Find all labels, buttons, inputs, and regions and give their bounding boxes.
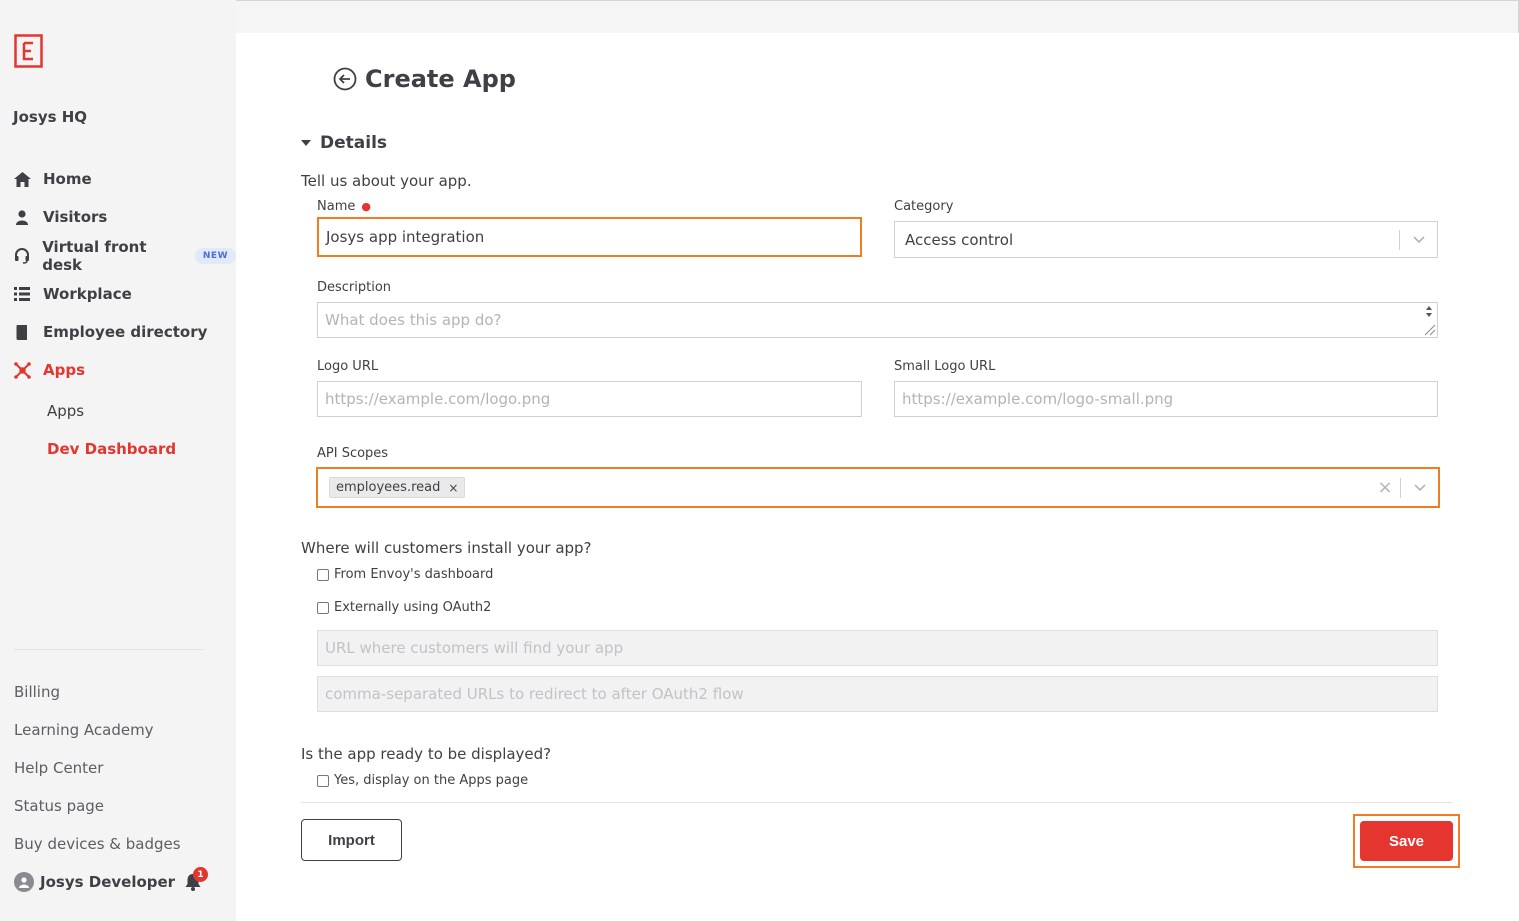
save-button-highlight: Save (1353, 814, 1460, 868)
notification-count: 1 (193, 867, 208, 882)
person-icon (13, 208, 31, 226)
subnav-dev-dashboard[interactable]: Dev Dashboard (47, 440, 176, 458)
small-logo-url-label: Small Logo URL (894, 359, 996, 374)
nav-workplace-label: Workplace (43, 285, 132, 303)
display-question: Is the app ready to be displayed? (301, 745, 552, 763)
nav-employee-directory[interactable]: Employee directory (13, 321, 207, 343)
details-heading: Details (320, 133, 388, 153)
company-name[interactable]: Josys HQ (13, 108, 87, 126)
scope-chip: employees.read × (329, 477, 466, 498)
main-content: Create App Details Tell us about your ap… (236, 33, 1519, 921)
envoy-dashboard-checkbox[interactable] (317, 568, 329, 581)
nav-visitors-label: Visitors (43, 208, 108, 226)
option-display-apps-page[interactable]: Yes, display on the Apps page (317, 773, 528, 788)
import-button[interactable]: Import (301, 819, 402, 861)
nav-virtual-front-desk-label: Virtual front desk (42, 238, 147, 274)
page-title: Create App (333, 65, 516, 93)
user-name: Josys Developer (40, 873, 176, 891)
envoy-logo-icon[interactable] (14, 34, 43, 68)
apps-icon (13, 361, 31, 379)
chevron-down-icon[interactable] (1400, 235, 1437, 244)
headset-icon (13, 247, 30, 265)
intro-text: Tell us about your app. (301, 172, 472, 190)
description-label: Description (317, 280, 392, 295)
scope-chip-label: employees.read (336, 480, 441, 495)
display-apps-page-checkbox[interactable] (317, 774, 329, 787)
option-oauth2[interactable]: Externally using OAuth2 (317, 600, 491, 615)
caret-down-icon (301, 140, 311, 146)
name-label-text: Name (317, 199, 356, 214)
small-logo-url-input[interactable]: https://example.com/logo-small.png (894, 381, 1438, 417)
nav-apps[interactable]: Apps (13, 359, 85, 381)
scopes-select-controls: × (1370, 469, 1438, 506)
logo-url-input[interactable]: https://example.com/logo.png (317, 381, 862, 417)
footer-divider (301, 802, 1453, 803)
nav-home[interactable]: Home (13, 168, 92, 190)
clear-icon[interactable]: × (1370, 477, 1400, 498)
nav-apps-label: Apps (43, 361, 86, 379)
sidebar: Josys HQ Home Visitors Virtual front des… (0, 0, 236, 921)
option-envoy-dashboard[interactable]: From Envoy's dashboard (317, 567, 493, 582)
link-help-center[interactable]: Help Center (14, 759, 103, 777)
display-apps-page-label: Yes, display on the Apps page (334, 773, 529, 788)
save-button[interactable]: Save (1360, 821, 1453, 861)
category-select[interactable]: Access control (894, 221, 1438, 258)
link-buy-devices[interactable]: Buy devices & badges (14, 835, 181, 853)
category-value: Access control (905, 230, 1014, 249)
page-title-text: Create App (365, 65, 516, 93)
description-textarea[interactable]: What does this app do? (317, 302, 1438, 338)
subnav-apps[interactable]: Apps (47, 402, 84, 420)
oauth2-checkbox[interactable] (317, 601, 329, 614)
list-icon (13, 285, 31, 303)
nav-employee-directory-label: Employee directory (43, 323, 208, 341)
home-icon (13, 170, 31, 188)
name-input[interactable]: Josys app integration (317, 217, 862, 257)
book-icon (13, 323, 31, 341)
link-status-page[interactable]: Status page (14, 797, 104, 815)
sidebar-divider (14, 649, 204, 650)
logo-url-label: Logo URL (317, 359, 379, 374)
required-indicator: ● (361, 200, 371, 213)
user-menu[interactable]: Josys Developer (14, 872, 175, 892)
link-billing[interactable]: Billing (14, 683, 60, 701)
redirect-urls-input: comma-separated URLs to redirect to afte… (317, 676, 1438, 712)
nav-home-label: Home (43, 170, 92, 188)
details-toggle[interactable]: Details (301, 133, 387, 153)
textarea-resize-controls[interactable] (1421, 303, 1437, 337)
api-scopes-select[interactable]: employees.read × × (316, 467, 1440, 508)
name-label: Name ● (317, 199, 371, 214)
resize-arrows-icon (1424, 306, 1436, 336)
api-scopes-label: API Scopes (317, 446, 389, 461)
category-label: Category (894, 199, 954, 214)
app-url-input: URL where customers will find your app (317, 630, 1438, 666)
chip-remove-icon[interactable]: × (448, 481, 458, 495)
avatar (14, 872, 34, 892)
nav-visitors[interactable]: Visitors (13, 206, 107, 228)
envoy-dashboard-label: From Envoy's dashboard (334, 567, 494, 582)
oauth2-label: Externally using OAuth2 (334, 600, 492, 615)
new-badge: NEW (194, 248, 236, 264)
nav-workplace[interactable]: Workplace (13, 283, 132, 305)
link-learning-academy[interactable]: Learning Academy (14, 721, 154, 739)
nav-virtual-front-desk[interactable]: Virtual front desk NEW (13, 238, 236, 274)
category-select-controls (1399, 222, 1437, 257)
back-arrow-icon[interactable] (333, 67, 357, 91)
install-question: Where will customers install your app? (301, 539, 592, 557)
chevron-down-icon[interactable] (1401, 483, 1438, 492)
